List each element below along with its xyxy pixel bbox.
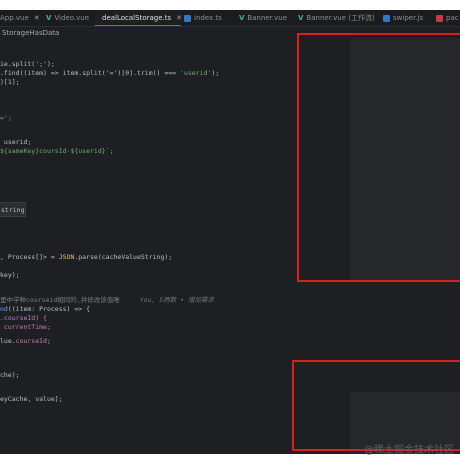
- code-line: .courseId) {: [0, 314, 47, 323]
- code-template-string: ${sameKey}coursId-${userid}: [0, 147, 106, 155]
- code-property: courseId: [15, 337, 47, 345]
- code-text: userid;: [0, 138, 32, 146]
- code-property: currentTime;: [0, 323, 51, 331]
- code-text: eyCache, value];: [0, 395, 63, 403]
- code-line: , Process[]> = JSON.parse(cacheValueStri…: [0, 253, 172, 262]
- code-function: nd: [0, 305, 8, 313]
- watermark: @稀土掘金技术社区: [364, 445, 454, 456]
- code-text: );: [211, 69, 220, 77]
- code-property: .courseId) {: [0, 314, 47, 322]
- code-text: ie.split(';');: [0, 60, 55, 68]
- code-text: ((item: Process) => {: [7, 305, 91, 313]
- code-line: =';: [0, 114, 12, 123]
- code-text: )[1];: [0, 78, 20, 86]
- code-line: currentTime;: [0, 323, 51, 332]
- code-text: `;: [105, 147, 114, 155]
- code-line: key);: [0, 271, 20, 280]
- code-comment: 里中学种courseid相同的,并修改该值唯: [0, 296, 120, 304]
- code-text: lue.: [0, 337, 16, 345]
- code-text: =';: [0, 114, 12, 122]
- code-line: userid;: [0, 138, 31, 147]
- code-class: JSON: [58, 253, 75, 261]
- code-line: che);: [0, 371, 20, 380]
- code-line: nd((item: Process) => {: [0, 305, 90, 314]
- code-text: che);: [0, 371, 20, 379]
- code-line: 里中学种courseid相同的,并修改该值唯 You, 5两数 • 增加需求: [0, 296, 214, 305]
- code-line: ie.split(';');: [0, 60, 55, 69]
- code-line: lue.courseId;: [0, 337, 51, 346]
- code-line: )[1];: [0, 78, 20, 87]
- code-line: eyCache, value];: [0, 395, 63, 404]
- git-blame-hint: You, 5两数 • 增加需求: [139, 296, 214, 304]
- code-text: key);: [0, 271, 20, 279]
- code-text: .find((item) => item.split('=')[0].trim(…: [0, 69, 181, 77]
- highlight-box: [297, 33, 460, 282]
- type-hint-tooltip: string: [0, 202, 26, 217]
- code-line: ${sameKey}coursId-${userid}`;: [0, 147, 114, 156]
- code-text: .parse(cacheValueString);: [74, 253, 173, 261]
- highlight-box: [292, 360, 460, 451]
- code-string: 'userid': [180, 69, 212, 77]
- code-text: ;: [46, 337, 51, 345]
- code-line: .find((item) => item.split('=')[0].trim(…: [0, 69, 219, 78]
- code-text: , Process[]> =: [0, 253, 59, 261]
